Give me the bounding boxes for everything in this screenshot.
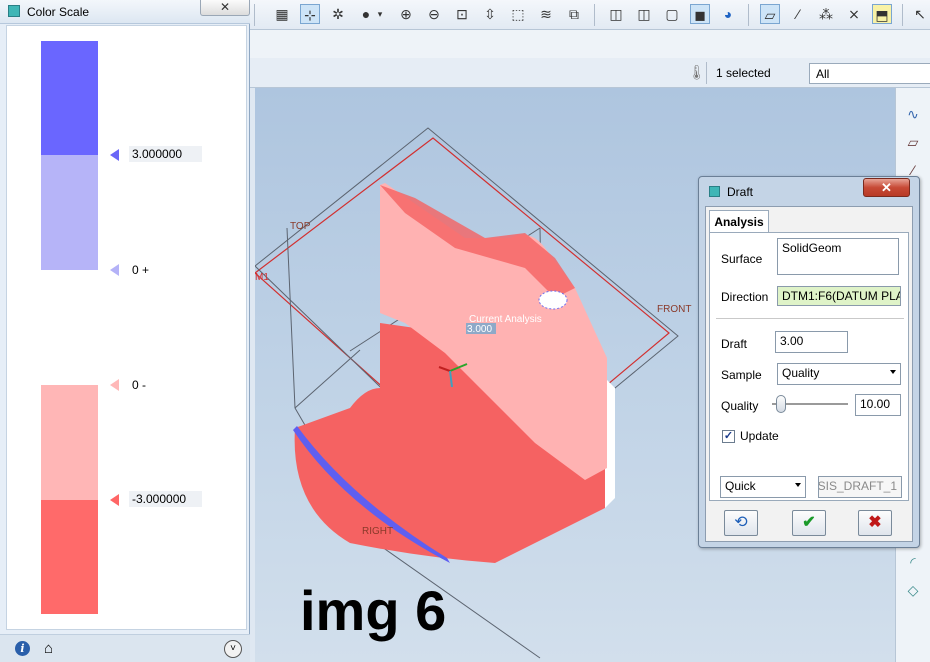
datum-label-top: TOP bbox=[290, 221, 311, 232]
quality-label: Quality bbox=[721, 399, 759, 413]
selection-filter-dropdown[interactable]: All bbox=[809, 63, 930, 84]
sample-label: Sample bbox=[721, 368, 762, 382]
display-style-icon[interactable]: ▦ bbox=[272, 4, 292, 24]
draft-dialog: Draft ✕ Analysis Surface SolidGeom Direc… bbox=[698, 176, 920, 548]
quality-value-input[interactable]: 10.00 bbox=[855, 394, 901, 416]
analysis-value: 3.000 bbox=[467, 324, 492, 335]
enhanced-realism-icon[interactable]: ◕ bbox=[718, 4, 738, 24]
window-icon bbox=[709, 186, 720, 197]
update-checkbox[interactable]: ✓ bbox=[722, 430, 735, 443]
chevron-down-icon bbox=[890, 370, 896, 374]
wireframe-icon[interactable]: ◫ bbox=[606, 4, 626, 24]
mode-dropdown[interactable]: Quick bbox=[720, 476, 806, 498]
scale-marker-icon bbox=[110, 379, 119, 391]
color-scale-titlebar[interactable]: Color Scale ✕ bbox=[0, 0, 250, 24]
analysis-pane: Surface SolidGeom Direction DTM1:F6(DATU… bbox=[709, 232, 909, 501]
dialog-title: Draft bbox=[727, 185, 754, 199]
scale-band-neutral bbox=[41, 270, 98, 385]
point-display-icon[interactable]: ⁂ bbox=[816, 4, 836, 24]
selection-status-icon: 🌡 bbox=[688, 64, 706, 80]
direction-label: Direction bbox=[721, 290, 769, 304]
update-label: Update bbox=[740, 429, 779, 443]
close-button[interactable]: ✕ bbox=[863, 178, 910, 197]
color-scale-panel: Color Scale ✕ 3.000000 0 + 0 - -3.000000… bbox=[0, 0, 250, 662]
appearance-sphere-icon[interactable]: ● bbox=[356, 4, 376, 24]
scale-marker-icon bbox=[110, 264, 119, 276]
mode-value: Quick bbox=[725, 479, 756, 493]
window-icon bbox=[8, 5, 20, 17]
view-manager-icon[interactable]: ⧉ bbox=[564, 4, 584, 24]
analysis-name-field[interactable]: SIS_DRAFT_1 bbox=[818, 476, 902, 498]
chevron-down-icon[interactable]: ˅ bbox=[224, 640, 242, 658]
zoom-in-icon[interactable]: ⊕ bbox=[396, 4, 416, 24]
no-hidden-icon[interactable]: ▢ bbox=[662, 4, 682, 24]
repeat-analysis-button[interactable]: ⟲ bbox=[724, 510, 758, 536]
image-caption: img 6 bbox=[300, 579, 447, 642]
saved-views-icon[interactable]: ⬚ bbox=[508, 4, 528, 24]
scale-label-min: -3.000000 bbox=[129, 491, 202, 507]
datum-label-dtm1: M1 bbox=[255, 272, 269, 283]
datum-label-front: FRONT bbox=[657, 304, 691, 315]
draft-label: Draft bbox=[721, 337, 748, 351]
scale-label-max: 3.000000 bbox=[129, 146, 202, 162]
zoom-out-icon[interactable]: ⊖ bbox=[424, 4, 444, 24]
cancel-button[interactable]: ✖ bbox=[858, 510, 892, 536]
annotation-display-icon[interactable]: ⬒ bbox=[872, 4, 892, 24]
datum-planes-icon[interactable]: ▱ bbox=[760, 4, 780, 24]
dialog-body: Analysis Surface SolidGeom Direction DTM… bbox=[705, 206, 913, 542]
scale-band-high bbox=[41, 41, 98, 155]
scale-label-zero-minus: 0 - bbox=[132, 378, 147, 392]
curve-icon[interactable]: ∿ bbox=[903, 106, 923, 126]
datum-axes-icon[interactable]: ⁄ bbox=[788, 4, 808, 24]
selection-bar: 🌡 1 selected All bbox=[250, 58, 930, 88]
sample-dropdown[interactable]: Quality bbox=[777, 363, 901, 385]
shading-icon[interactable]: ◼ bbox=[690, 4, 710, 24]
close-icon: ✖ bbox=[868, 514, 882, 531]
chamfer-icon[interactable]: ◇ bbox=[903, 582, 923, 602]
scale-marker-icon bbox=[110, 149, 119, 161]
checkmark-icon: ✔ bbox=[802, 514, 816, 531]
select-arrow-icon[interactable]: ↖ bbox=[910, 4, 930, 24]
refresh-icon: ⟲ bbox=[734, 514, 748, 531]
draft-value-input[interactable]: 3.00 bbox=[775, 331, 848, 353]
datum-points-icon[interactable]: ⊹ bbox=[300, 4, 320, 24]
chevron-down-icon[interactable]: ▾ bbox=[374, 4, 386, 24]
selection-count: 1 selected bbox=[716, 66, 771, 80]
direction-field[interactable]: DTM1:F6(DATUM PLA bbox=[777, 286, 901, 306]
sample-value: Quality bbox=[782, 366, 820, 380]
main-toolbar: ▦ ⊹ ✲ ● ▾ ⊕ ⊖ ⊡ ⇳ ⬚ ≋ ⧉ ◫ ◫ ▢ ◼ ◕ ▱ ⁄ ⁂ … bbox=[250, 0, 930, 30]
close-button[interactable]: ✕ bbox=[200, 0, 250, 16]
color-scale-title: Color Scale bbox=[27, 5, 90, 19]
toolbar-gap bbox=[250, 30, 930, 58]
hidden-line-icon[interactable]: ◫ bbox=[634, 4, 654, 24]
reorient-icon[interactable]: ⇳ bbox=[480, 4, 500, 24]
layers-icon[interactable]: ≋ bbox=[536, 4, 556, 24]
scale-band-negative bbox=[41, 385, 98, 500]
info-icon[interactable]: i bbox=[15, 641, 30, 656]
refit-icon[interactable]: ⊡ bbox=[452, 4, 472, 24]
scale-band-positive bbox=[41, 155, 98, 270]
ok-button[interactable]: ✔ bbox=[792, 510, 826, 536]
surface-label: Surface bbox=[721, 252, 763, 266]
datum-label-right: RIGHT bbox=[362, 526, 393, 537]
surface-field[interactable]: SolidGeom bbox=[777, 238, 899, 275]
home-icon[interactable]: ⌂ bbox=[44, 640, 53, 657]
tab-analysis[interactable]: Analysis bbox=[709, 210, 769, 233]
spin-center-icon[interactable]: ✲ bbox=[328, 4, 348, 24]
csys-display-icon[interactable]: ⨯ bbox=[844, 4, 864, 24]
chevron-down-icon bbox=[795, 483, 801, 487]
color-scale-body: 3.000000 0 + 0 - -3.000000 bbox=[6, 25, 247, 630]
color-scale-footer: i ⌂ ˅ bbox=[0, 634, 250, 662]
scale-band-low bbox=[41, 500, 98, 614]
round-icon[interactable]: ◜ bbox=[903, 554, 923, 574]
scale-label-zero-plus: 0 + bbox=[132, 263, 150, 277]
scale-marker-icon bbox=[110, 494, 119, 506]
quality-slider-thumb[interactable] bbox=[776, 395, 786, 413]
plane-icon[interactable]: ▱ bbox=[903, 134, 923, 154]
